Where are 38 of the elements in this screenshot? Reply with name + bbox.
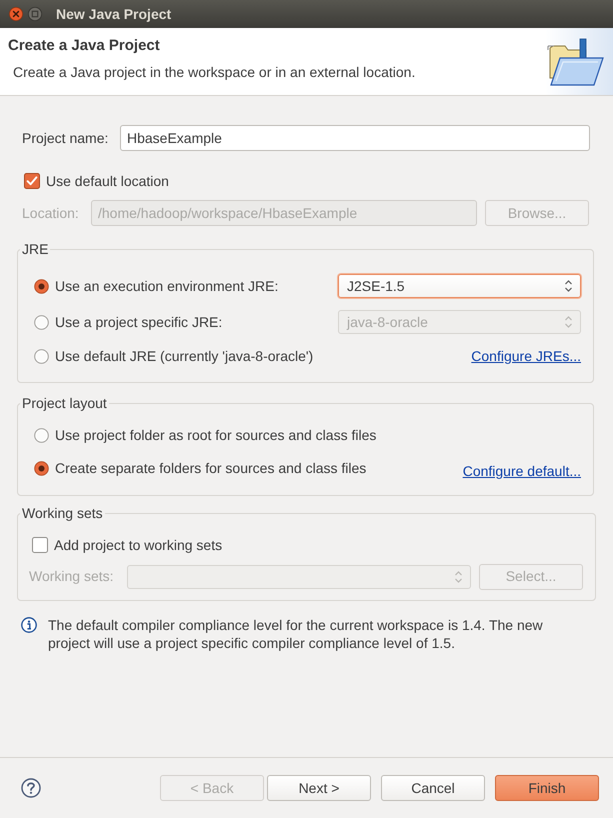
radio-button[interactable] [34, 314, 49, 330]
checkbox-label: Add project to working sets [54, 536, 222, 554]
button[interactable]: Cancel [381, 775, 485, 801]
field-label: Location: [22, 204, 80, 222]
radio-label: Use default JRE (currently 'java-8-oracle') [55, 348, 314, 364]
link[interactable]: Configure default... [462, 463, 581, 480]
radio-button[interactable] [34, 428, 49, 442]
group-title: Working sets [21, 505, 104, 522]
page-description: Create a Java project in the workspace or in an external location. [12, 63, 416, 81]
button[interactable]: Finish [495, 775, 599, 801]
info-message: The default compiler compliance level for the current workspace is 1.4. The new project will use a project specific compiler compliance level of 1.5. [48, 616, 544, 652]
updown-arrows-icon [565, 316, 572, 328]
checkbox-label: Use default location [46, 172, 169, 190]
radio-label: Create separate folders for sources and class files [55, 460, 366, 476]
updown-arrows-icon [565, 280, 572, 292]
radio-button[interactable] [34, 460, 49, 476]
button[interactable]: Next > [267, 775, 371, 801]
radio-label: Use a project specific JRE: [55, 314, 222, 330]
updown-arrows-icon [455, 570, 462, 582]
field-label: Working sets: [29, 568, 115, 585]
group-title: JRE [21, 241, 50, 258]
radio-button[interactable] [34, 348, 49, 364]
close-icon[interactable] [9, 7, 23, 21]
field-label: Project name: [22, 130, 110, 146]
group-title: Project layout [21, 395, 108, 412]
folder-icon [546, 38, 604, 86]
dropdown[interactable]: J2SE-1.5 [338, 274, 581, 298]
page-title: Create a Java Project [8, 36, 161, 56]
checkbox[interactable] [24, 173, 40, 189]
info-icon [21, 617, 37, 633]
maximize-icon[interactable] [28, 7, 42, 21]
link[interactable]: Configure JREs... [471, 348, 581, 364]
radio-label: Use project folder as root for sources and class files [55, 426, 376, 444]
radio-label: Use an execution environment JRE: [55, 278, 278, 294]
radio-button[interactable] [34, 278, 49, 294]
help-icon[interactable] [21, 778, 41, 798]
window-title: New Java Project [56, 6, 172, 22]
text-field[interactable]: HbaseExample [120, 125, 590, 151]
